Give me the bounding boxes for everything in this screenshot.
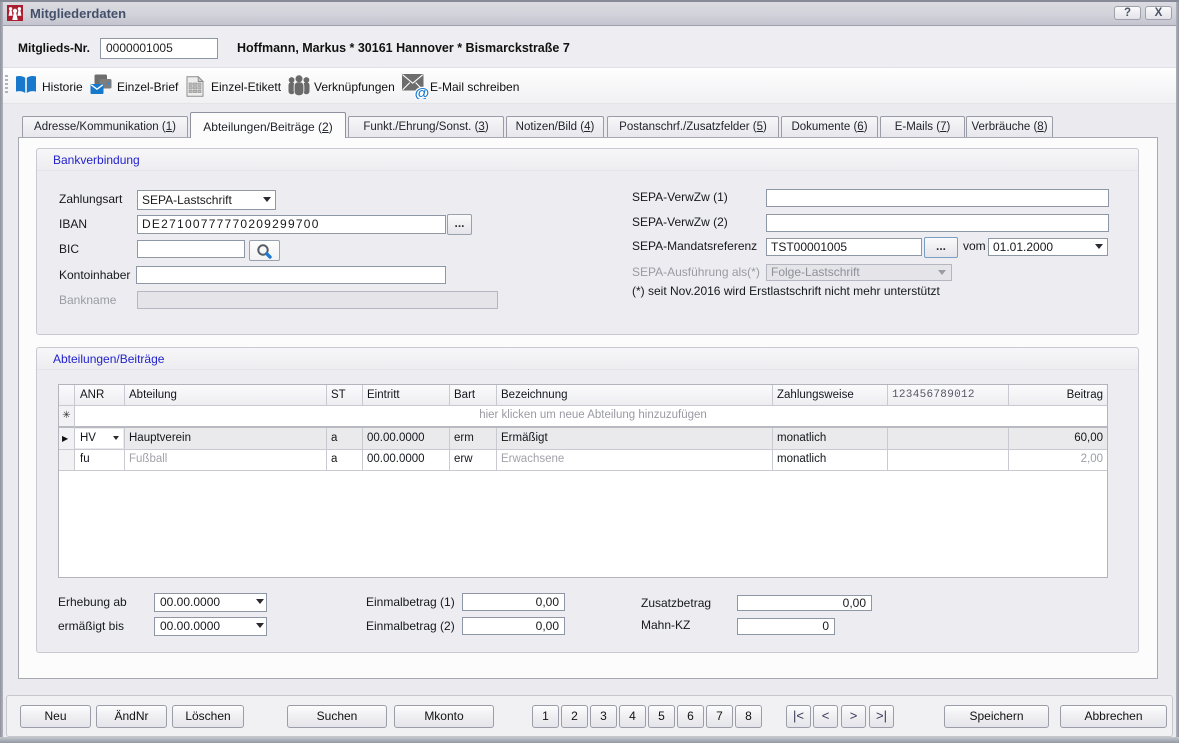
svg-text:@: @ [415,85,430,99]
